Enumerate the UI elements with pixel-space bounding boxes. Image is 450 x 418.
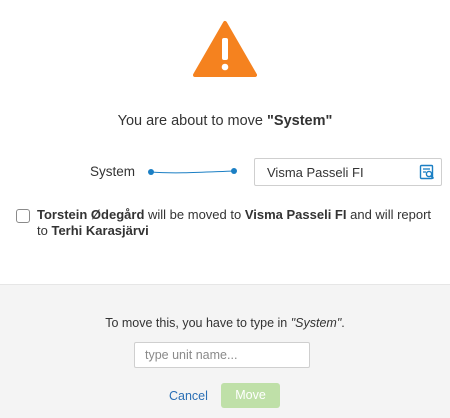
cancel-button[interactable]: Cancel xyxy=(169,389,208,403)
target-unit-value: Visma Passeli FI xyxy=(267,165,364,180)
instruction-prefix: To move this, you have to type in xyxy=(105,316,291,330)
unit-name-input[interactable] xyxy=(134,342,310,368)
instruction-unit-name: "System" xyxy=(290,316,342,330)
move-dialog-body: You are about to move "System" System Vi… xyxy=(0,0,450,284)
confirm-move-checkbox[interactable] xyxy=(16,209,30,223)
person-name: Torstein Ødegård xyxy=(37,207,145,222)
move-button[interactable]: Move xyxy=(221,383,280,408)
checkbox-text-1: will be moved to xyxy=(144,207,245,222)
manager-name: Terhi Karasjärvi xyxy=(51,223,149,238)
move-connector-line xyxy=(148,168,237,175)
target-unit-name: Visma Passeli FI xyxy=(244,207,347,222)
checkbox-label: Torstein Ødegård will be moved to Visma … xyxy=(37,207,437,239)
dialog-title: You are about to move "System" xyxy=(0,113,450,129)
source-unit-label: System xyxy=(90,164,136,179)
confirm-instruction: To move this, you have to type in "Syste… xyxy=(0,316,450,330)
search-list-icon[interactable] xyxy=(419,164,435,180)
instruction-suffix: . xyxy=(341,316,345,330)
warning-triangle-icon xyxy=(193,21,257,77)
title-prefix: You are about to move xyxy=(117,113,268,129)
target-unit-field[interactable]: Visma Passeli FI xyxy=(254,158,442,186)
title-unit-name: "System" xyxy=(267,113,333,129)
